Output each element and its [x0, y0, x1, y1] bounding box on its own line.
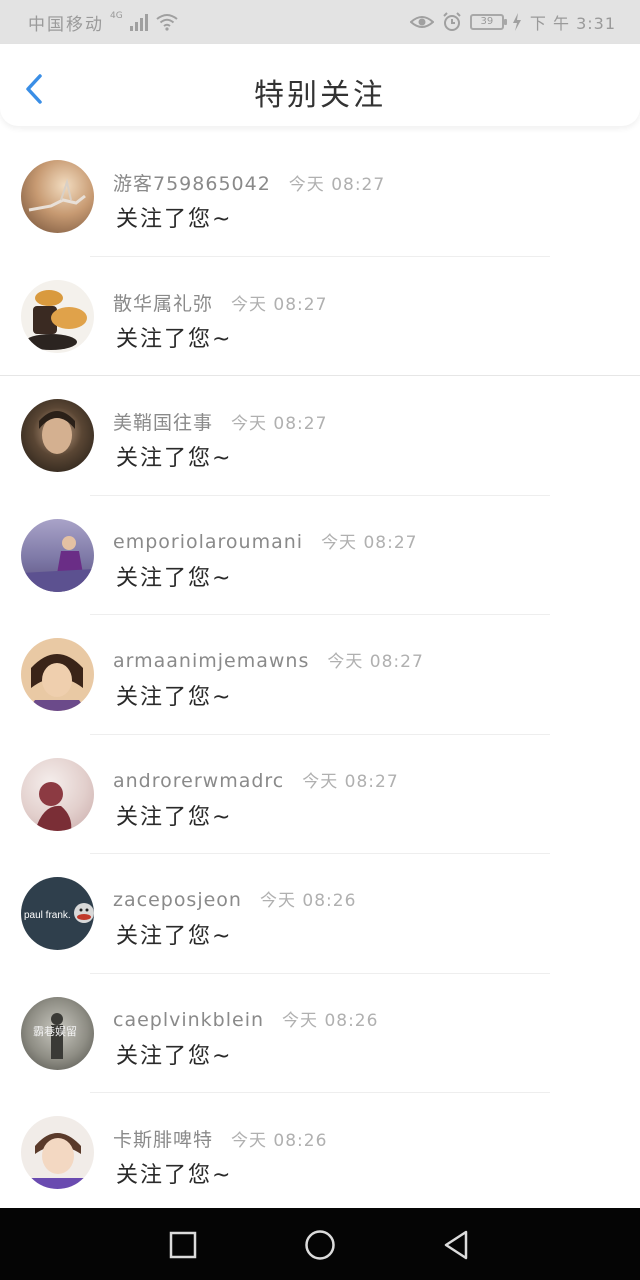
network-type: 4G: [110, 11, 123, 21]
avatar-logo-text: paul frank.: [24, 910, 71, 921]
follow-time: 今天 08:27: [231, 414, 328, 434]
follow-message: 关注了您~: [116, 1163, 233, 1188]
avatar-image: [39, 411, 75, 454]
avatar[interactable]: [21, 399, 94, 472]
follow-message: 关注了您~: [116, 207, 233, 232]
avatar-logo-text: 霸巷娱留: [33, 1024, 77, 1038]
list-item[interactable]: emporiolaroumani 今天 08:27 关注了您~: [0, 496, 640, 615]
item-header: 散华属礼弥 今天 08:27: [113, 289, 327, 316]
follow-message: 关注了您~: [116, 924, 233, 949]
charging-icon: [512, 13, 521, 31]
follow-time: 今天 08:27: [321, 532, 418, 553]
avatar-image: [21, 535, 94, 592]
avatar[interactable]: 霸巷娱留: [21, 996, 94, 1070]
user-name[interactable]: 卡斯腓啤特: [113, 1125, 213, 1152]
follow-message: 关注了您~: [116, 685, 233, 710]
follow-message: 关注了您~: [116, 326, 233, 352]
avatar[interactable]: [21, 160, 94, 233]
status-left: 中国移动 4G: [28, 9, 179, 35]
avatar-image: [25, 289, 87, 350]
list-item[interactable]: 霸巷娱留 caeplvinkblein 今天 08:26 关注了您~: [0, 974, 640, 1093]
follow-time: 今天 08:26: [282, 1010, 379, 1031]
user-name[interactable]: 散华属礼弥: [113, 289, 213, 316]
signal-icon: [129, 14, 148, 31]
list-item[interactable]: 游客759865042 今天 08:27 关注了您~: [0, 137, 640, 257]
list-item[interactable]: androrerwmadrc 今天 08:27 关注了您~: [0, 735, 640, 854]
follow-time: 今天 08:27: [302, 771, 399, 792]
follow-time: 今天 08:26: [259, 891, 357, 911]
user-name[interactable]: emporiolaroumani: [113, 531, 303, 553]
item-header: zaceposjeon 今天 08:26: [113, 886, 356, 911]
item-header: androrerwmadrc 今天 08:27: [113, 767, 399, 792]
follow-list: 游客759865042 今天 08:27 关注了您~ 散华属礼弥 今天 08:2…: [0, 137, 640, 1208]
follow-time: 今天 08:27: [288, 175, 386, 195]
user-name[interactable]: androrerwmadrc: [113, 770, 284, 792]
back-nav-button[interactable]: [440, 1228, 474, 1262]
status-right: 39 下 午 3:31: [409, 9, 616, 35]
list-item[interactable]: armaanimjemawns 今天 08:27 关注了您~: [0, 615, 640, 735]
avatar[interactable]: [21, 518, 94, 592]
follow-message: 关注了您~: [116, 446, 233, 471]
avatar-image: [35, 781, 72, 831]
item-header: 游客759865042 今天 08:27: [113, 169, 385, 196]
system-nav-bar: [0, 1208, 640, 1280]
user-name[interactable]: 游客759865042: [113, 169, 271, 196]
item-header: 美鞘国往事 今天 08:27: [113, 408, 327, 435]
follow-message: 关注了您~: [116, 565, 233, 591]
page-title: 特别关注: [254, 78, 386, 113]
item-header: 卡斯腓啤特 今天 08:26: [113, 1125, 327, 1152]
home-button[interactable]: [303, 1228, 337, 1262]
list-item[interactable]: 美鞘国往事 今天 08:27 关注了您~: [0, 376, 640, 496]
status-time: 下 午 3:31: [529, 14, 616, 33]
list-item[interactable]: 卡斯腓啤特 今天 08:26 关注了您~: [0, 1093, 640, 1208]
battery-icon: 39: [469, 14, 507, 30]
avatar-image: paul frank.: [24, 903, 94, 923]
list-item[interactable]: 散华属礼弥 今天 08:27 关注了您~: [0, 257, 640, 376]
list-item[interactable]: paul frank. zaceposjeon 今天 08:26 关注了您~: [0, 854, 640, 974]
item-header: armaanimjemawns 今天 08:27: [113, 647, 424, 672]
avatar-image: [28, 178, 86, 212]
follow-time: 今天 08:26: [231, 1131, 328, 1151]
avatar[interactable]: [21, 1116, 94, 1189]
avatar[interactable]: [21, 279, 94, 353]
avatar[interactable]: paul frank.: [21, 877, 94, 950]
follow-message: 关注了您~: [116, 1043, 233, 1069]
avatar-image: [25, 1133, 91, 1189]
triangle-back-icon: [444, 1230, 468, 1260]
item-header: caeplvinkblein 今天 08:26: [113, 1006, 378, 1031]
item-header: emporiolaroumani 今天 08:27: [113, 528, 417, 553]
user-name[interactable]: armaanimjemawns: [113, 650, 309, 672]
follow-time: 今天 08:27: [231, 294, 328, 315]
eye-icon: [409, 16, 434, 28]
follow-time: 今天 08:27: [327, 652, 424, 672]
avatar-image: [27, 654, 87, 711]
avatar[interactable]: [21, 638, 94, 711]
avatar-image: 霸巷娱留: [33, 1012, 77, 1059]
recent-apps-button[interactable]: [166, 1228, 200, 1262]
user-name[interactable]: caeplvinkblein: [113, 1009, 264, 1031]
circle-home-icon: [305, 1230, 335, 1260]
carrier-label: 中国移动: [28, 14, 104, 35]
square-recent-icon: [169, 1231, 197, 1259]
follow-message: 关注了您~: [116, 804, 233, 830]
status-bar: 中国移动 4G 39 下 午 3:31: [0, 0, 640, 44]
user-name[interactable]: zaceposjeon: [113, 889, 242, 911]
wifi-icon: [156, 14, 178, 31]
app-header: 特别关注: [0, 44, 640, 126]
avatar[interactable]: [21, 757, 94, 831]
alarm-icon: [443, 12, 461, 31]
user-name[interactable]: 美鞘国往事: [113, 408, 213, 435]
